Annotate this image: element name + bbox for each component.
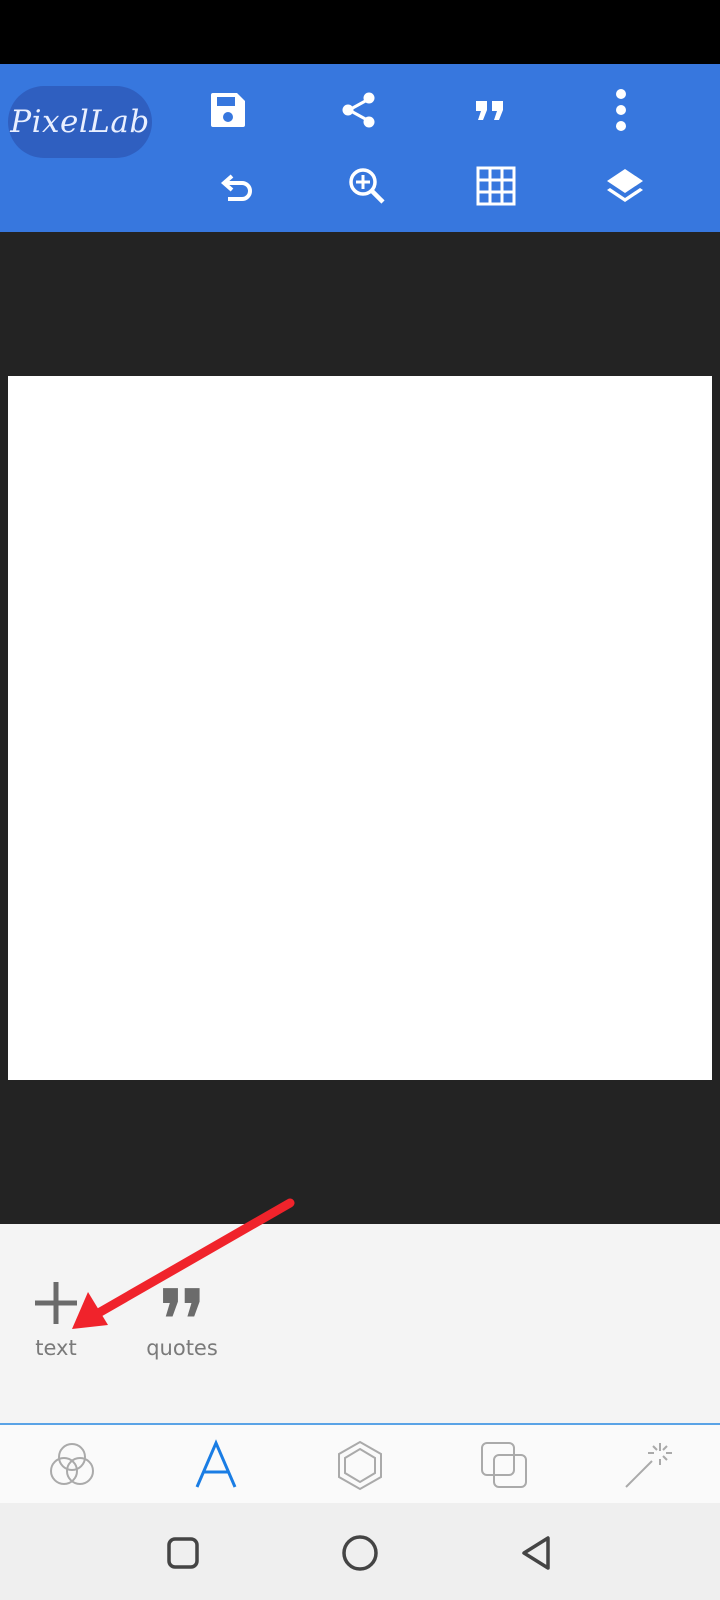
zoom-in-button[interactable] [331,154,403,218]
share-icon [342,92,375,128]
share-button[interactable] [323,78,395,142]
quote-icon [476,101,503,120]
more-options-button[interactable] [585,78,657,142]
layers-icon [607,169,643,202]
save-button[interactable] [192,78,264,142]
system-nav-bar [0,1503,720,1600]
magic-wand-icon [625,1443,672,1488]
tab-effects[interactable] [612,1433,684,1497]
undo-icon [220,174,252,201]
recents-button[interactable] [153,1523,213,1583]
back-triangle-icon [522,1536,550,1570]
tab-color-blend[interactable] [36,1433,108,1497]
back-button[interactable] [506,1523,566,1583]
design-canvas[interactable] [8,376,712,1080]
text-options-panel [0,1224,720,1423]
quotes-label: quotes [146,1336,218,1360]
quote-icon [163,1288,200,1317]
add-text-button[interactable]: text [20,1280,92,1360]
plus-icon [35,1282,77,1324]
quotes-button[interactable] [454,78,526,142]
hexagon-icon [338,1440,382,1491]
more-vert-icon [616,89,626,131]
text-label: text [35,1336,77,1360]
circle-icon [342,1535,378,1571]
pixellab-logo[interactable]: PixelLab [8,86,152,158]
tab-shapes[interactable] [324,1433,396,1497]
square-icon [167,1537,199,1569]
grid-button[interactable] [460,154,532,218]
tab-layers[interactable] [468,1433,540,1497]
grid-icon [476,166,516,206]
layers-button[interactable] [589,154,661,218]
zoom-in-icon [349,168,385,204]
home-button[interactable] [330,1523,390,1583]
tab-text[interactable] [180,1433,252,1497]
save-icon [211,93,245,127]
circles-icon [50,1443,94,1485]
squares-icon [481,1442,527,1488]
letter-a-icon [195,1439,237,1488]
logo-text: PixelLab [10,104,150,140]
status-bar [0,0,720,64]
bottom-tab-bar [0,1423,720,1503]
undo-button[interactable] [202,154,274,218]
add-quotes-button[interactable]: quotes [132,1280,232,1360]
